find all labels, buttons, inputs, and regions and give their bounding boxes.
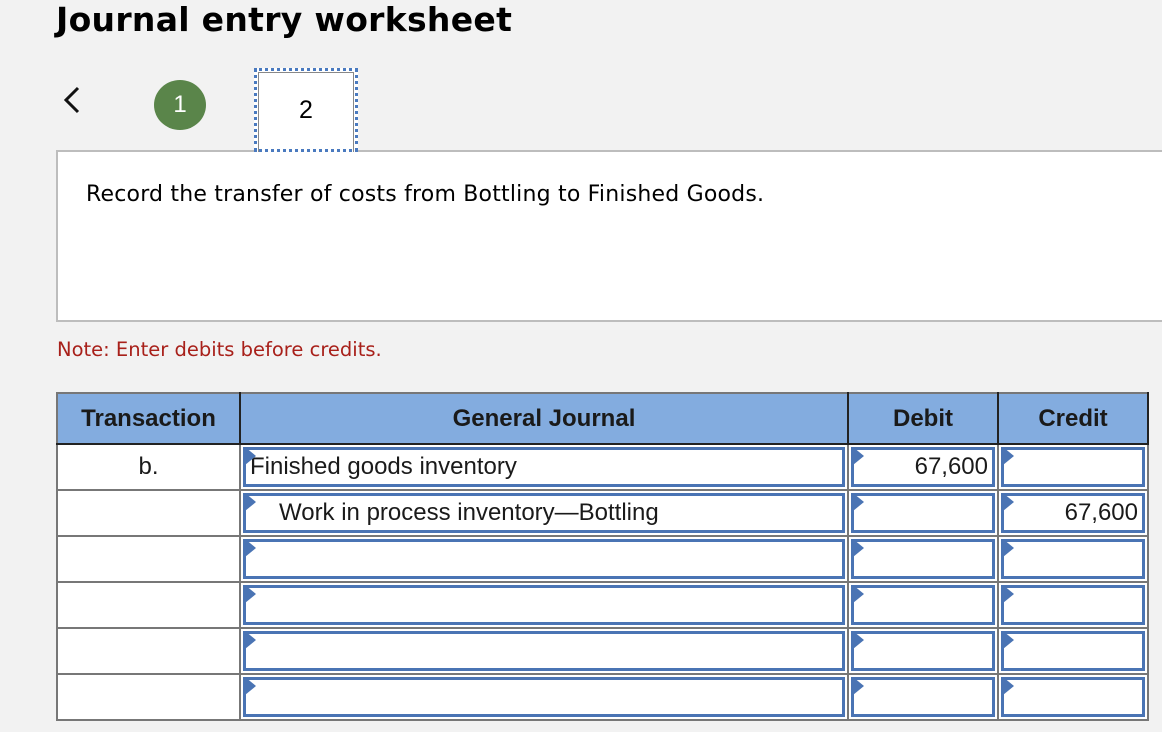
dropdown-flag-icon [853,677,864,695]
column-header-debit: Debit [847,392,999,445]
credit-cell [997,673,1149,721]
account-cell [239,535,849,583]
credit-cell: 67,600 [997,489,1149,537]
instruction-note: Note: Enter debits before credits. [57,338,382,361]
dropdown-flag-icon [853,539,864,557]
dropdown-flag-icon [853,447,864,465]
debit-cell [847,673,999,721]
credit-input[interactable] [1001,631,1145,671]
account-input[interactable]: Work in process inventory—Bottling [243,493,845,533]
table-row [56,581,1149,629]
dropdown-flag-icon [1003,539,1014,557]
dropdown-flag-icon [1003,631,1014,649]
previous-button[interactable] [60,84,86,116]
step-2-label: 2 [299,95,313,124]
debit-cell [847,535,999,583]
credit-input[interactable] [1001,677,1145,717]
credit-input[interactable]: 67,600 [1001,493,1145,533]
account-input[interactable] [243,539,845,579]
transaction-cell [56,489,241,537]
debit-input[interactable]: 67,600 [851,447,995,487]
dropdown-flag-icon [1003,447,1014,465]
credit-value: 67,600 [1064,499,1138,526]
column-header-credit: Credit [997,392,1149,445]
account-value: Work in process inventory—Bottling [279,499,659,526]
dropdown-flag-icon [853,493,864,511]
table-row [56,673,1149,721]
transaction-cell [56,581,241,629]
account-input[interactable] [243,585,845,625]
chevron-left-icon [63,86,80,114]
account-input[interactable] [243,677,845,717]
transaction-cell: b. [56,443,241,491]
credit-input[interactable] [1001,539,1145,579]
dropdown-flag-icon [245,631,256,649]
dropdown-flag-icon [245,493,256,511]
transaction-label: b. [138,453,159,480]
step-1-label: 1 [173,91,187,118]
account-input[interactable]: Finished goods inventory [243,447,845,487]
question-prompt: Record the transfer of costs from Bottli… [86,182,765,207]
account-cell [239,581,849,629]
debit-cell [847,581,999,629]
dropdown-flag-icon [245,585,256,603]
dropdown-flag-icon [853,631,864,649]
credit-cell [997,443,1149,491]
account-cell: Work in process inventory—Bottling [239,489,849,537]
debit-cell: 67,600 [847,443,999,491]
dropdown-flag-icon [853,585,864,603]
transaction-cell [56,673,241,721]
debit-cell [847,627,999,675]
debit-input[interactable] [851,631,995,671]
question-panel: Record the transfer of costs from Bottli… [56,150,1162,322]
debit-value: 67,600 [914,453,988,480]
account-value: Finished goods inventory [250,453,517,480]
credit-input[interactable] [1001,447,1145,487]
debit-cell [847,489,999,537]
journal-entry-table: Transaction General Journal Debit Credit… [56,392,1149,721]
table-row: Work in process inventory—Bottling 67,60… [56,489,1149,537]
credit-cell [997,535,1149,583]
dropdown-flag-icon [245,539,256,557]
dropdown-flag-icon [1003,493,1014,511]
credit-cell [997,581,1149,629]
credit-input[interactable] [1001,585,1145,625]
debit-input[interactable] [851,539,995,579]
column-header-transaction: Transaction [56,392,241,445]
credit-cell [997,627,1149,675]
table-row [56,627,1149,675]
account-cell [239,673,849,721]
dropdown-flag-icon [245,447,256,465]
dropdown-flag-icon [1003,677,1014,695]
debit-input[interactable] [851,585,995,625]
debit-input[interactable] [851,677,995,717]
account-cell: Finished goods inventory [239,443,849,491]
table-row: b. Finished goods inventory 67,600 [56,443,1149,491]
dropdown-flag-icon [245,677,256,695]
table-header-row: Transaction General Journal Debit Credit [56,392,1149,445]
dropdown-flag-icon [1003,585,1014,603]
page-title: Journal entry worksheet [56,0,513,39]
account-cell [239,627,849,675]
transaction-cell [56,627,241,675]
debit-input[interactable] [851,493,995,533]
step-1-button[interactable]: 1 [154,80,206,130]
transaction-cell [56,535,241,583]
table-row [56,535,1149,583]
account-input[interactable] [243,631,845,671]
step-2-tab[interactable]: 2 [254,68,358,152]
column-header-general-journal: General Journal [239,392,849,445]
